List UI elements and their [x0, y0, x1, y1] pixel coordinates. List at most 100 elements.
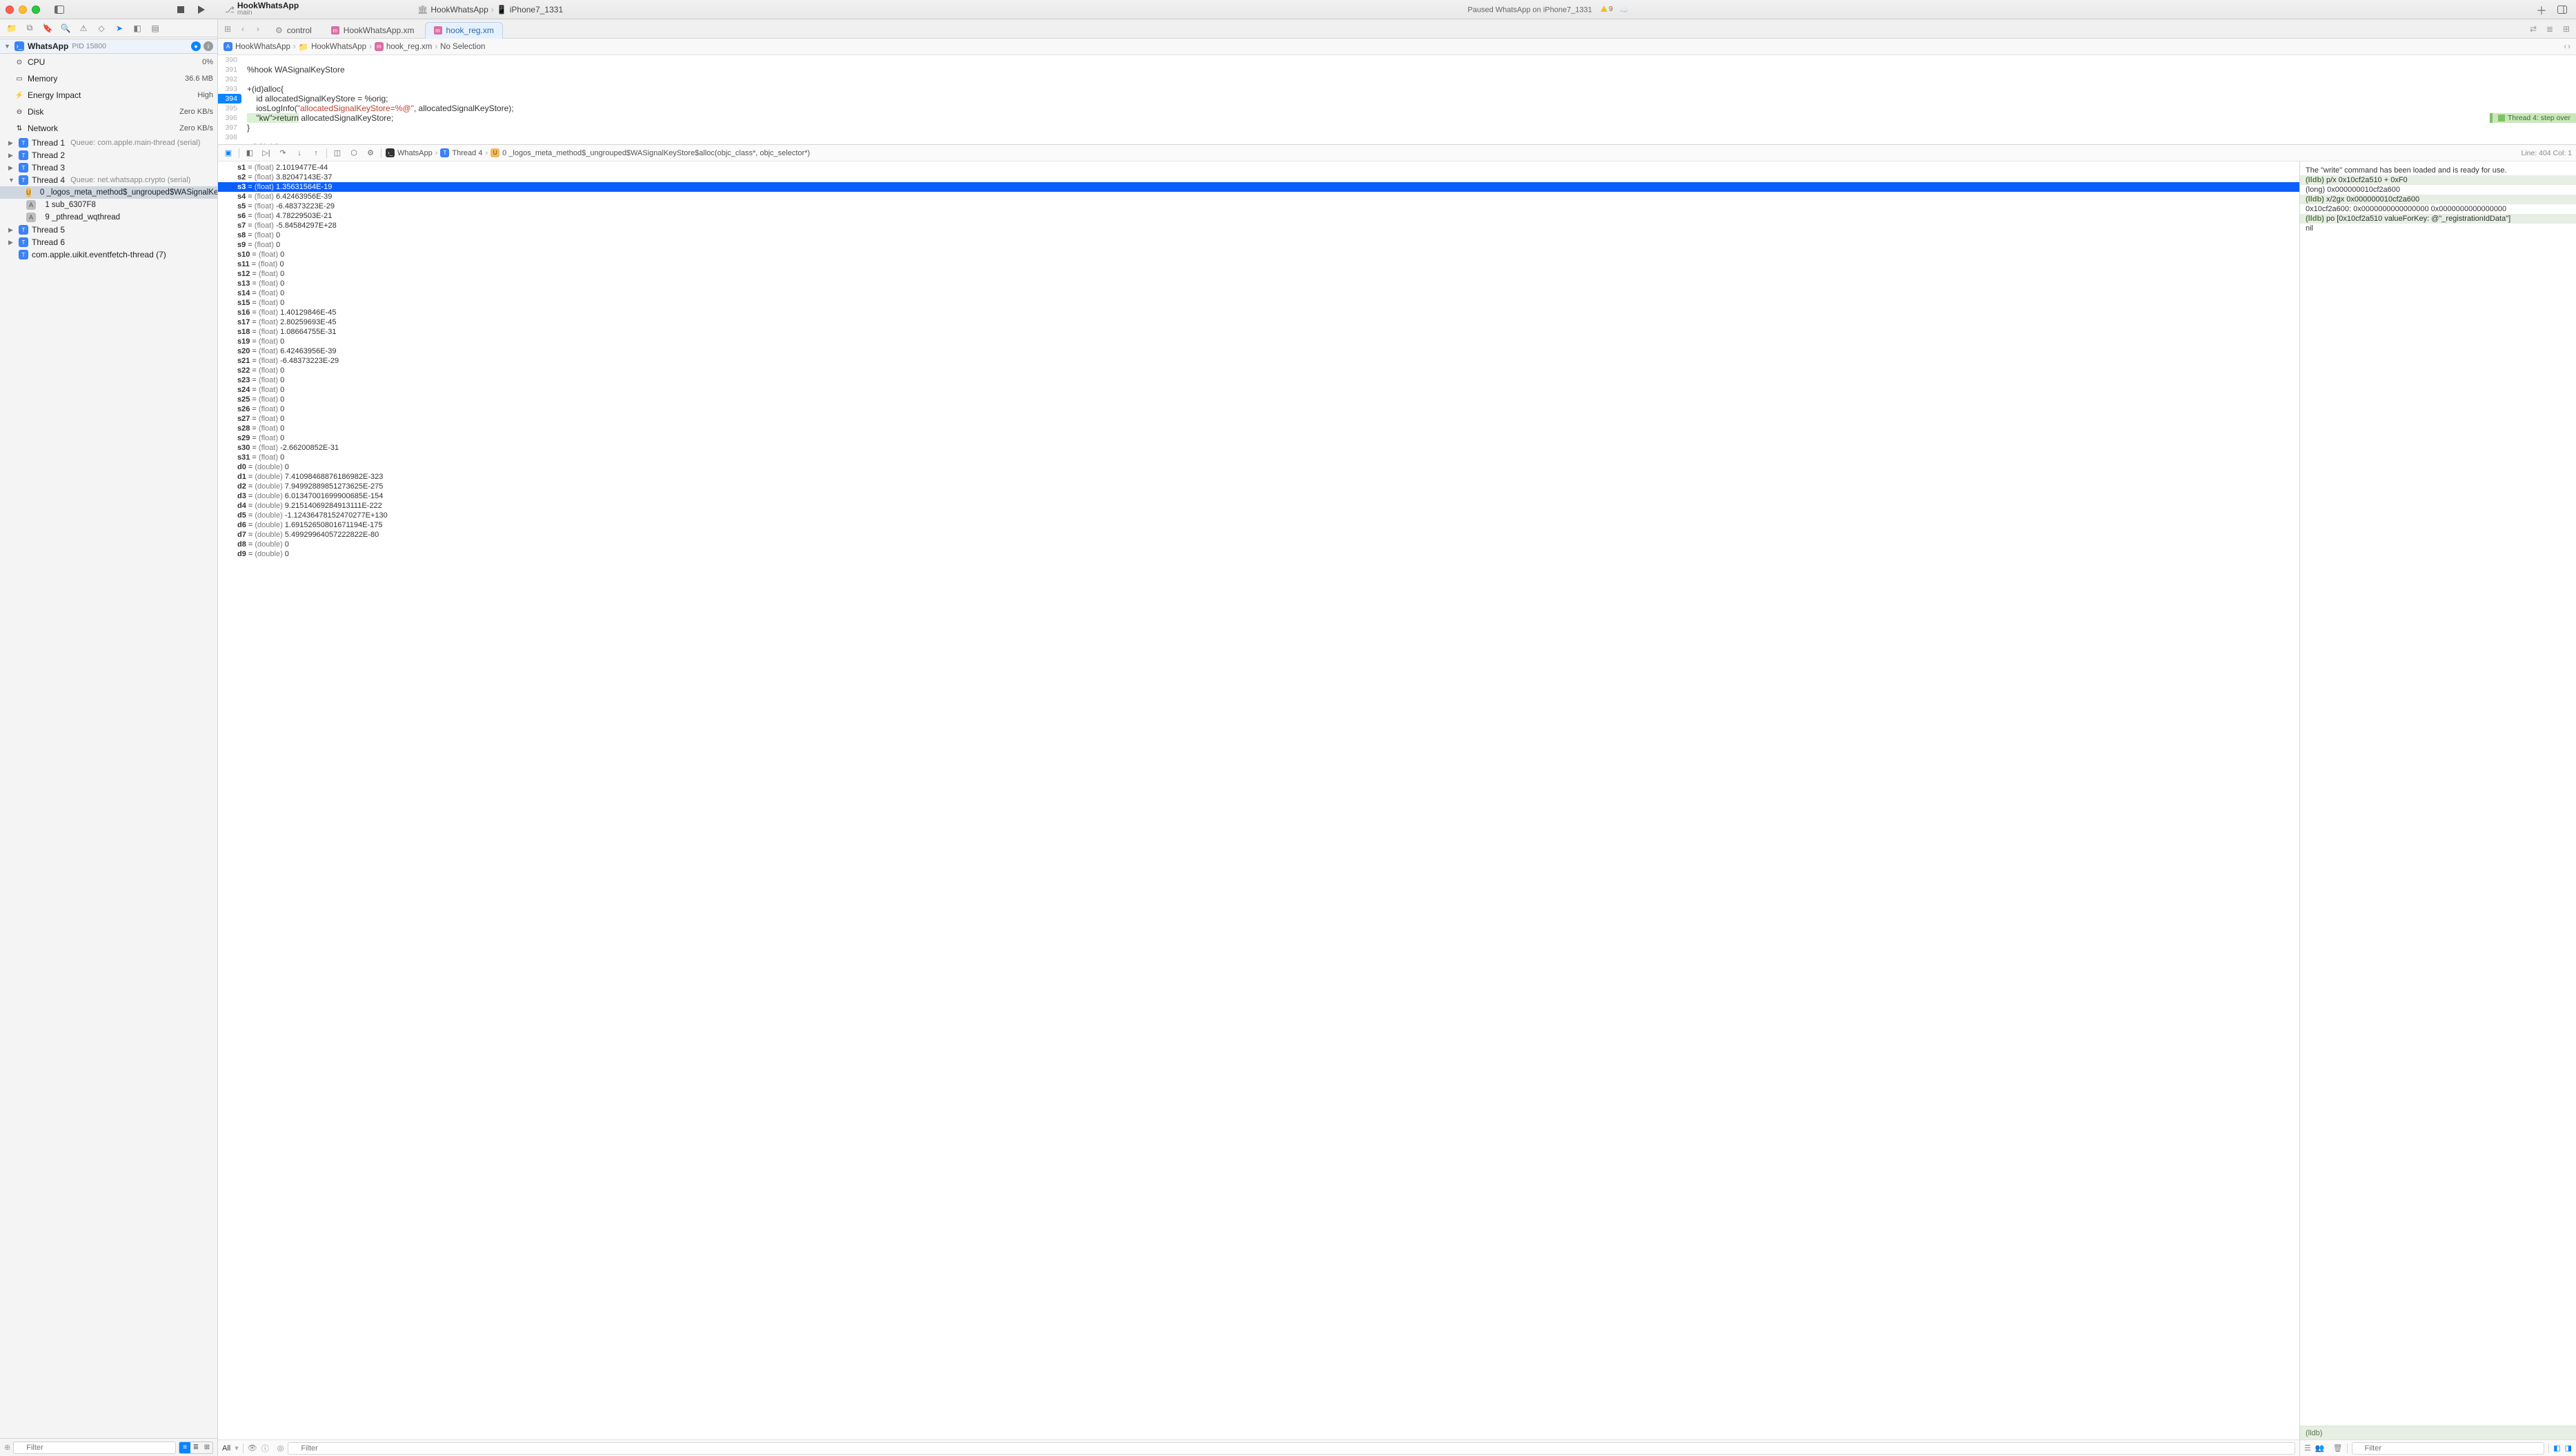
variable-row[interactable]: d0 = (double) 0 — [218, 462, 2299, 472]
variable-row[interactable]: s17 = (float) 2.80259693E-45 — [218, 317, 2299, 327]
variable-row[interactable]: s25 = (float) 0 — [218, 395, 2299, 404]
stop-button[interactable] — [172, 3, 189, 17]
quicklook-icon[interactable]: 👁 — [248, 1444, 257, 1453]
navigator-filter-input[interactable] — [13, 1442, 176, 1454]
related-items-icon[interactable]: ⇄ — [2526, 22, 2540, 36]
line-number[interactable]: 394 — [218, 94, 241, 104]
memory-graph-button[interactable]: ⬡ — [348, 147, 360, 159]
run-destination[interactable]: 🏛 HookWhatsApp › 📱 iPhone7_1331 — [417, 5, 563, 14]
seg-1[interactable]: ≡ — [179, 1442, 190, 1453]
add-editor-icon[interactable]: ⊞ — [2559, 22, 2573, 36]
line-number[interactable]: 393 — [218, 84, 241, 94]
console-menu-icon[interactable]: ☰ — [2304, 1444, 2311, 1453]
run-button[interactable] — [193, 3, 210, 17]
variables-list[interactable]: s1 = (float) 2.1019477E-44s2 = (float) 3… — [218, 161, 2299, 1439]
view-mode-segmented[interactable]: ≡ ≣ ⊞ — [179, 1442, 213, 1454]
variable-row[interactable]: s5 = (float) -6.48373223E-29 — [218, 201, 2299, 211]
source-editor[interactable]: 390391%hook WASignalKeyStore392393+(id)a… — [218, 55, 2576, 145]
variable-row[interactable]: s27 = (float) 0 — [218, 414, 2299, 424]
project-navigator-icon[interactable]: 📁 — [4, 22, 19, 35]
code-text[interactable] — [241, 75, 247, 84]
thread-row[interactable]: Tcom.apple.uikit.eventfetch-thread (7) — [0, 248, 217, 261]
code-text[interactable]: iosLogInfo("allocatedSignalKeyStore=%@",… — [241, 104, 514, 113]
variable-row[interactable]: s31 = (float) 0 — [218, 453, 2299, 462]
scope-selector[interactable]: All — [222, 1444, 230, 1453]
variable-row[interactable]: d7 = (double) 5.49929964057222822E-80 — [218, 530, 2299, 540]
disclosure-icon[interactable]: ▶ — [8, 139, 15, 147]
variable-row[interactable]: s11 = (float) 0 — [218, 259, 2299, 269]
adjust-editor-icon[interactable]: ≣ — [2543, 22, 2557, 36]
tabs-grid-icon[interactable]: ⊞ — [221, 22, 235, 36]
variable-row[interactable]: s24 = (float) 0 — [218, 385, 2299, 395]
variable-row[interactable]: s6 = (float) 4.78229503E-21 — [218, 211, 2299, 221]
variable-row[interactable]: d2 = (double) 7.94992889851273625E-275 — [218, 482, 2299, 491]
add-button[interactable]: ＋ — [2533, 3, 2550, 17]
variable-row[interactable]: d5 = (double) -1.12436478152470277E+130 — [218, 511, 2299, 520]
disclosure-icon[interactable]: ▶ — [8, 164, 15, 172]
bookmark-navigator-icon[interactable]: 🔖 — [40, 22, 55, 35]
seg-3[interactable]: ⊞ — [201, 1442, 212, 1453]
variable-row[interactable]: s15 = (float) 0 — [218, 298, 2299, 308]
thread-row[interactable]: ▶TThread 5 — [0, 224, 217, 236]
hide-debug-area-button[interactable]: ▣ — [222, 147, 235, 159]
jump-bar-item[interactable]: HookWhatsApp — [311, 43, 366, 51]
warning-badge[interactable]: 9 — [1601, 5, 1613, 13]
variable-row[interactable]: s10 = (float) 0 — [218, 250, 2299, 259]
deactivate-breakpoints-button[interactable]: ◧ — [244, 147, 256, 159]
variable-row[interactable]: s22 = (float) 0 — [218, 366, 2299, 375]
variable-row[interactable]: s18 = (float) 1.08664755E-31 — [218, 327, 2299, 337]
variable-row[interactable]: s14 = (float) 0 — [218, 288, 2299, 298]
step-out-button[interactable]: ↑ — [310, 147, 322, 159]
debug-crumbs[interactable]: ›_ WhatsApp › T Thread 4 › U 0 _logos_me… — [386, 148, 810, 157]
forward-button[interactable]: › — [251, 22, 265, 36]
variable-row[interactable]: s1 = (float) 2.1019477E-44 — [218, 163, 2299, 173]
library-button[interactable] — [2554, 3, 2570, 17]
filter-scope-icon[interactable]: ◎ — [277, 1444, 284, 1453]
editor-tab[interactable]: mHookWhatsApp.xm — [322, 22, 424, 39]
find-navigator-icon[interactable]: 🔍 — [58, 22, 73, 35]
step-into-button[interactable]: ↓ — [293, 147, 306, 159]
variable-row[interactable]: d3 = (double) 6.01347001699900685E-154 — [218, 491, 2299, 501]
code-text[interactable]: "kw">return allocatedSignalKeyStore; — [241, 113, 393, 123]
variable-row[interactable]: d8 = (double) 0 — [218, 540, 2299, 549]
show-variables-button[interactable]: ◧ — [2553, 1444, 2560, 1453]
jump-bar[interactable]: A HookWhatsApp › 📁 HookWhatsApp › m hook… — [218, 39, 2576, 55]
variable-row[interactable]: s9 = (float) 0 — [218, 240, 2299, 250]
jump-bar-item[interactable]: HookWhatsApp — [235, 43, 290, 51]
console-people-icon[interactable]: 👥 — [2315, 1444, 2325, 1453]
back-button[interactable]: ‹ — [236, 22, 250, 36]
code-text[interactable]: +(id)alloc{ — [241, 84, 284, 94]
code-text[interactable] — [241, 132, 247, 142]
variable-row[interactable]: d1 = (double) 7.41098468876186982E-323 — [218, 472, 2299, 482]
gauge-disk[interactable]: ⊖DiskZero KB/s — [0, 104, 217, 120]
variables-filter-input[interactable] — [288, 1442, 2295, 1455]
environment-overrides-button[interactable]: ⚙ — [364, 147, 377, 159]
variable-row[interactable]: s28 = (float) 0 — [218, 424, 2299, 433]
variable-row[interactable]: d9 = (double) 0 — [218, 549, 2299, 559]
thread-row[interactable]: ▶TThread 2 — [0, 149, 217, 161]
seg-2[interactable]: ≣ — [190, 1442, 201, 1453]
crumb-item[interactable]: Thread 4 — [452, 149, 482, 157]
debug-navigator-icon[interactable]: ➤ — [112, 22, 127, 35]
code-text[interactable]: %hook WASignalKeyStore — [241, 65, 345, 75]
stack-frame[interactable]: A 1 sub_6307F8 — [0, 199, 217, 211]
record-icon[interactable]: ● — [191, 41, 201, 51]
scheme-selector[interactable]: ⎇ HookWhatsApp main — [225, 2, 299, 17]
disclosure-icon[interactable]: ▶ — [8, 152, 15, 159]
variable-row[interactable]: s3 = (float) 1.35631564E-19 — [218, 182, 2299, 192]
crumb-item[interactable]: 0 _logos_meta_method$_ungrouped$WASignal… — [502, 149, 810, 157]
editor-tab[interactable]: ⚙control — [266, 22, 321, 39]
console-input[interactable]: (lldb) — [2300, 1426, 2576, 1439]
variable-row[interactable]: s30 = (float) -2.66200852E-31 — [218, 443, 2299, 453]
disclosure-icon[interactable]: ▶ — [8, 239, 15, 246]
gauge-cpu[interactable]: ⊙CPU0% — [0, 54, 217, 70]
line-number[interactable]: 395 — [218, 104, 241, 113]
variable-row[interactable]: s13 = (float) 0 — [218, 279, 2299, 288]
variable-row[interactable]: s16 = (float) 1.40129846E-45 — [218, 308, 2299, 317]
gauge-memory[interactable]: ▭Memory36.6 MB — [0, 70, 217, 87]
gauge-energy-impact[interactable]: ⚡Energy ImpactHigh — [0, 87, 217, 104]
clear-console-button[interactable]: 🗑 — [2333, 1444, 2343, 1453]
test-navigator-icon[interactable]: ◇ — [94, 22, 109, 35]
jump-bar-item[interactable]: No Selection — [440, 43, 485, 51]
next-counterpart-icon[interactable]: › — [2568, 43, 2570, 51]
